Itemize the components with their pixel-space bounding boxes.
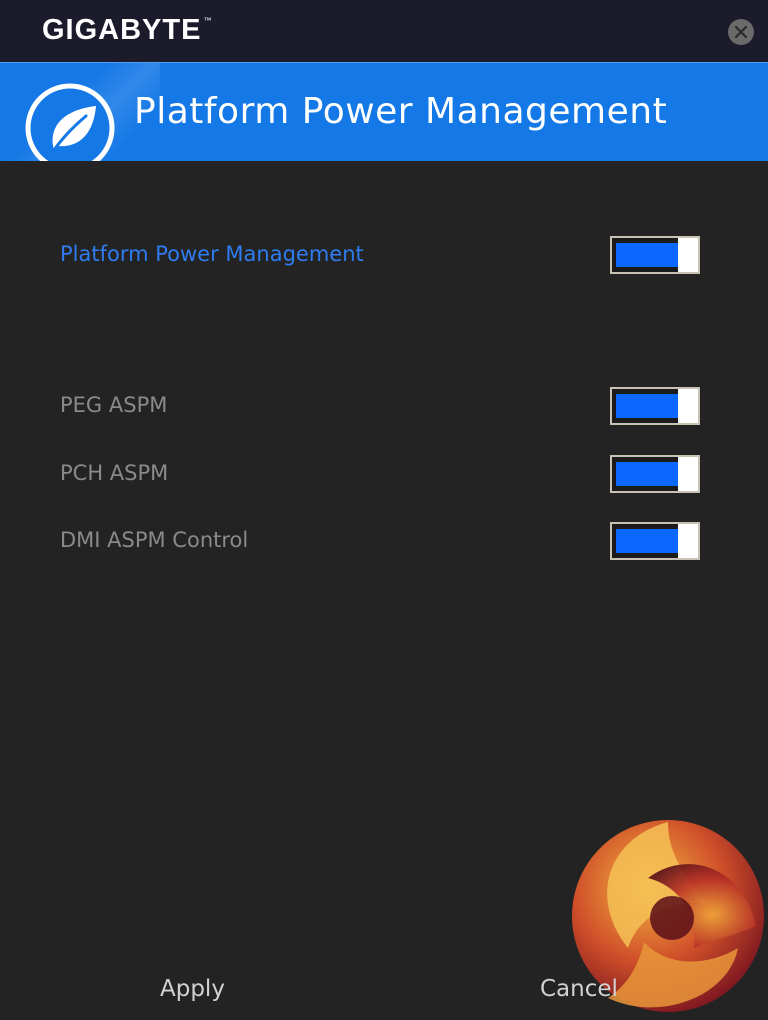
brand-logo: GIGABYTE ™ <box>42 14 212 47</box>
apply-button[interactable]: Apply <box>160 976 225 1002</box>
setting-label: DMI ASPM Control <box>60 528 249 552</box>
platform-power-management-toggle[interactable] <box>610 236 700 274</box>
cancel-button[interactable]: Cancel <box>540 976 618 1002</box>
titlebar: GIGABYTE ™ <box>0 0 768 62</box>
brand-name: GIGABYTE <box>42 14 202 46</box>
dmi-aspm-control-toggle[interactable] <box>610 522 700 560</box>
close-icon <box>734 25 748 39</box>
page-title: Platform Power Management <box>134 91 668 132</box>
app-window: GIGABYTE ™ Platform Power Management Plat… <box>0 0 768 1020</box>
setting-label: Platform Power Management <box>60 242 364 266</box>
peg-aspm-toggle[interactable] <box>610 387 700 425</box>
setting-row-pch-aspm: PCH ASPM <box>60 455 702 493</box>
page-header: Platform Power Management <box>0 62 768 161</box>
setting-row-platform-power-management: Platform Power Management <box>60 236 702 274</box>
setting-label: PCH ASPM <box>60 461 169 485</box>
setting-label: PEG ASPM <box>60 393 168 417</box>
setting-row-peg-aspm: PEG ASPM <box>60 387 702 425</box>
pch-aspm-toggle[interactable] <box>610 455 700 493</box>
setting-row-dmi-aspm-control: DMI ASPM Control <box>60 522 702 560</box>
leaf-icon <box>25 83 115 161</box>
trademark-mark: ™ <box>203 16 213 25</box>
close-button[interactable] <box>728 19 754 45</box>
